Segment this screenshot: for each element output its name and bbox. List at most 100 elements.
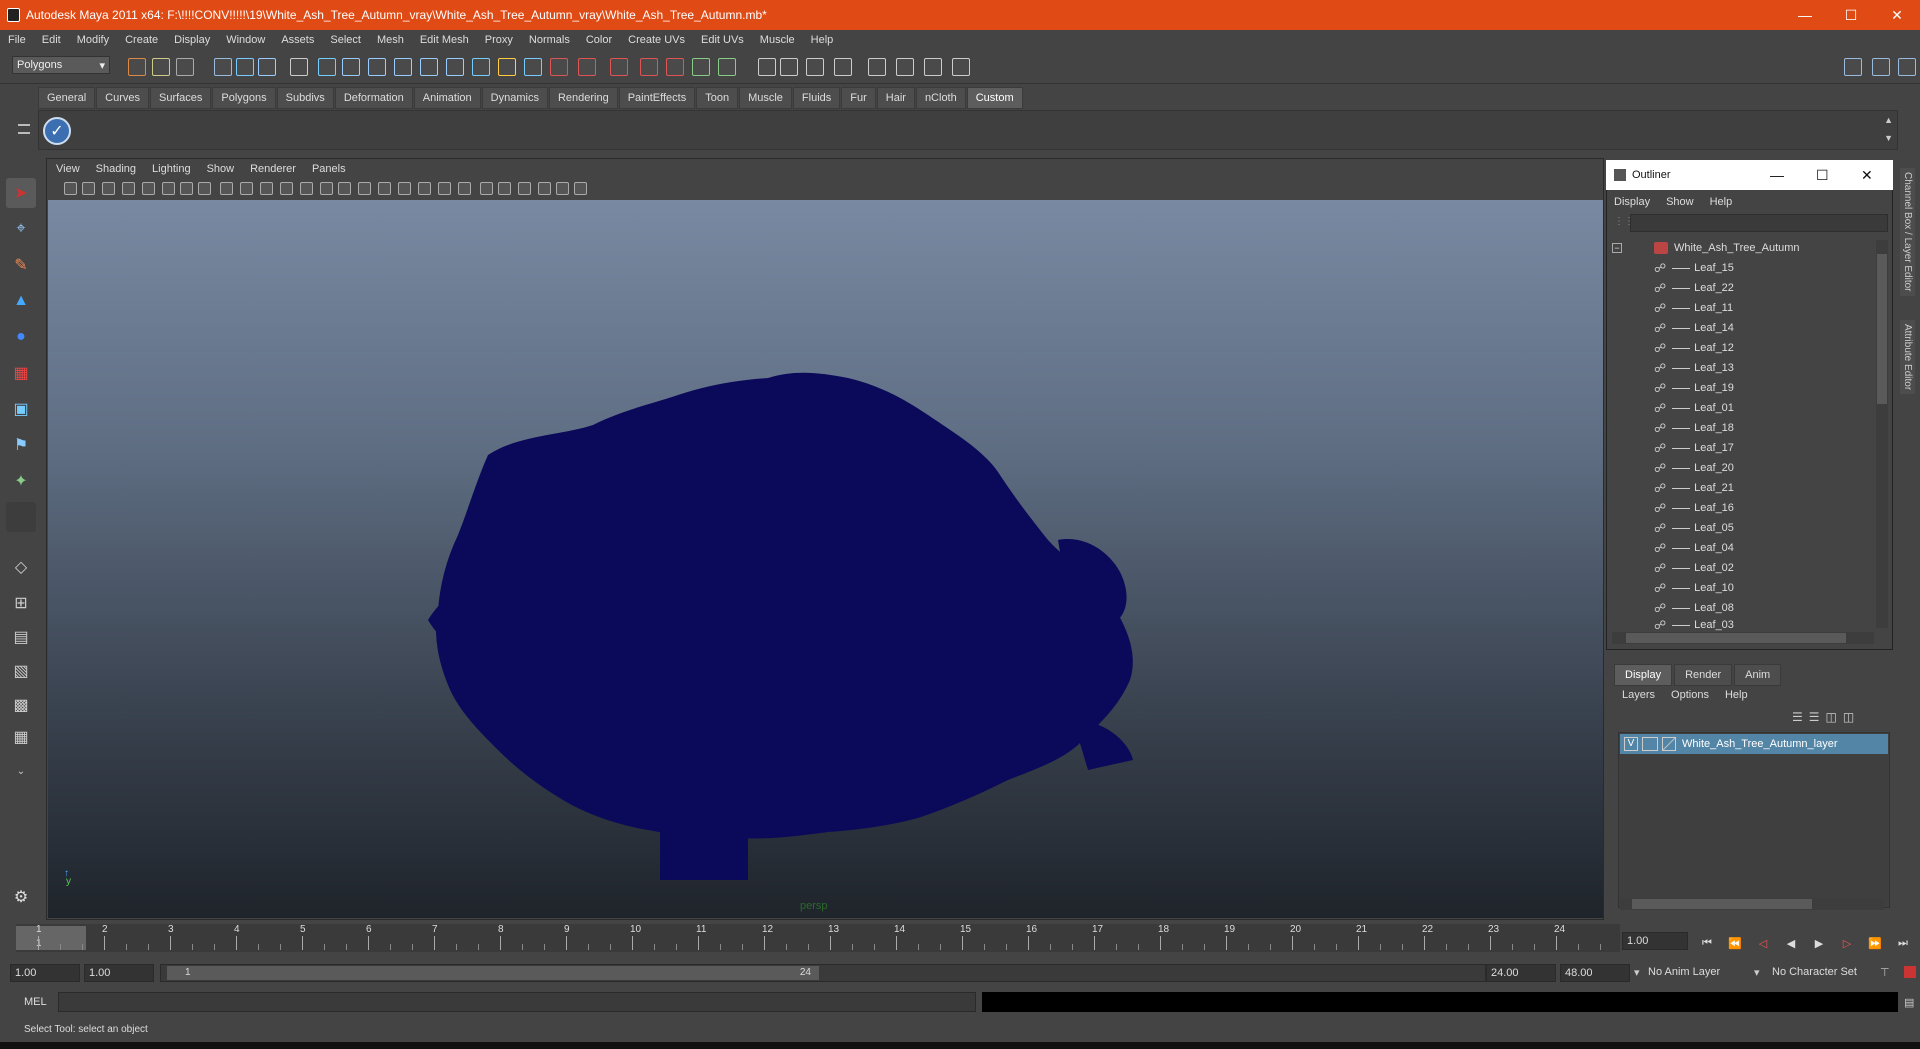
viewport-menu-show[interactable]: Show [199, 163, 243, 175]
outliner-hscrollbar[interactable] [1612, 632, 1874, 644]
viewport-toolbar-icon[interactable] [574, 182, 587, 195]
layer-menu-layers[interactable]: Layers [1614, 689, 1663, 701]
status-line-tool-icon[interactable] [578, 58, 596, 76]
status-line-tool-icon[interactable] [550, 58, 568, 76]
mode-selector[interactable]: Polygons ▾ [12, 56, 110, 74]
character-set-selector[interactable]: No Character Set [1772, 966, 1857, 978]
shelf-tab-surfaces[interactable]: Surfaces [149, 87, 212, 109]
viewport-toolbar-icon[interactable] [378, 182, 391, 195]
graph-editor-layout-icon[interactable]: ▦ [6, 722, 36, 752]
viewport-toolbar-icon[interactable] [418, 182, 431, 195]
persp-outliner-layout-icon[interactable]: ▤ [6, 622, 36, 652]
status-line-tool-icon[interactable] [128, 58, 146, 76]
preferences-icon[interactable] [1904, 966, 1916, 978]
shelf-tab-subdivs[interactable]: Subdivs [276, 87, 334, 109]
viewport-menu-panels[interactable]: Panels [304, 163, 354, 175]
last-tool-icon[interactable] [6, 502, 36, 532]
outliner-vscrollbar[interactable] [1876, 240, 1888, 628]
outliner-item[interactable]: ☍ Leaf_12 [1608, 338, 1873, 358]
single-perspective-layout-icon[interactable]: ◇ [6, 552, 36, 582]
viewport-toolbar-icon[interactable] [64, 182, 77, 195]
viewport-menu-view[interactable]: View [48, 163, 88, 175]
outliner-item[interactable]: ☍ Leaf_10 [1608, 578, 1873, 598]
status-line-tool-icon[interactable] [924, 58, 942, 76]
viewport-menu-shading[interactable]: Shading [88, 163, 144, 175]
check-icon[interactable]: ✓ [43, 117, 71, 145]
viewport-toolbar-icon[interactable] [438, 182, 451, 195]
hotbox-icon[interactable]: ⚙ [6, 882, 36, 912]
status-line-tool-icon[interactable] [952, 58, 970, 76]
shelf-tab-toon[interactable]: Toon [696, 87, 739, 109]
status-line-tool-icon[interactable] [610, 58, 628, 76]
status-line-tool-icon[interactable] [524, 58, 542, 76]
shelf-tab-general[interactable]: General [38, 87, 96, 109]
status-line-tool-icon[interactable] [472, 58, 490, 76]
shelf-tab-custom[interactable]: Custom [966, 87, 1023, 109]
hypershade-layout-icon[interactable]: ▩ [6, 690, 36, 720]
step-forward-frame-icon[interactable]: ▷ [1838, 934, 1856, 952]
status-line-tool-icon[interactable] [420, 58, 438, 76]
menu-item-assets[interactable]: Assets [273, 34, 322, 46]
shelf-scroll-down-icon[interactable]: ▼ [1884, 133, 1893, 143]
status-line-tool-icon[interactable] [446, 58, 464, 76]
paint-select-tool-icon[interactable]: ✎ [6, 250, 36, 280]
status-line-tool-icon[interactable] [758, 58, 776, 76]
viewport-toolbar-icon[interactable] [458, 182, 471, 195]
viewport-menu-renderer[interactable]: Renderer [242, 163, 304, 175]
playback-start-field[interactable]: 1.00 [84, 964, 154, 982]
shelf-tab-animation[interactable]: Animation [413, 87, 481, 109]
menu-item-color[interactable]: Color [578, 34, 620, 46]
viewport-toolbar-icon[interactable] [480, 182, 493, 195]
outliner-item[interactable]: ☍ Leaf_14 [1608, 318, 1873, 338]
viewport-toolbar-icon[interactable] [538, 182, 551, 195]
layer-menu-options[interactable]: Options [1663, 689, 1717, 701]
status-line-tool-icon[interactable] [290, 58, 308, 76]
minimize-icon[interactable]: — [1782, 0, 1828, 30]
shelf-tab-polygons[interactable]: Polygons [212, 87, 276, 109]
outliner-item[interactable]: ☍ Leaf_16 [1608, 498, 1873, 518]
shelf-tab-painteffects[interactable]: PaintEffects [618, 87, 696, 109]
menu-item-muscle[interactable]: Muscle [752, 34, 803, 46]
viewport-toolbar-icon[interactable] [556, 182, 569, 195]
chevron-down-icon[interactable]: ▾ [1754, 966, 1760, 979]
layer-hscrollbar[interactable] [1620, 898, 1884, 910]
current-frame-marker[interactable] [16, 926, 86, 950]
menu-item-modify[interactable]: Modify [69, 34, 117, 46]
viewport-toolbar-icon[interactable] [338, 182, 351, 195]
new-layer-icon[interactable]: ◫ [1826, 710, 1837, 724]
shelf-tab-muscle[interactable]: Muscle [739, 87, 792, 109]
status-line-tool-icon[interactable] [258, 58, 276, 76]
layer-row[interactable]: V White_Ash_Tree_Autumn_layer [1620, 734, 1888, 754]
outliner-item[interactable]: ☍ Leaf_03 [1608, 618, 1873, 632]
move-layer-up-icon[interactable]: ☰ [1792, 710, 1803, 724]
status-line-tool-icon[interactable] [152, 58, 170, 76]
shelf-menu-icon[interactable] [16, 118, 32, 146]
filter-icon[interactable]: ⋮⋮ [1614, 216, 1634, 227]
status-line-tool-icon[interactable] [1898, 58, 1916, 76]
status-line-tool-icon[interactable] [692, 58, 710, 76]
viewport-toolbar-icon[interactable] [180, 182, 193, 195]
outliner-item[interactable]: ☍ Leaf_18 [1608, 418, 1873, 438]
shelf-tab-dynamics[interactable]: Dynamics [481, 87, 548, 109]
scale-tool-icon[interactable]: ▦ [6, 358, 36, 388]
outliner-menu-display[interactable]: Display [1606, 196, 1658, 208]
outliner-filter-input[interactable] [1630, 214, 1888, 232]
range-track[interactable]: 1 24 [160, 964, 1486, 982]
shelf-tab-deformation[interactable]: Deformation [334, 87, 413, 109]
status-line-tool-icon[interactable] [1844, 58, 1862, 76]
viewport-toolbar-icon[interactable] [102, 182, 115, 195]
new-layer-selected-icon[interactable]: ◫ [1843, 710, 1854, 724]
maximize-icon[interactable]: ☐ [1816, 167, 1829, 184]
viewport-toolbar-icon[interactable] [280, 182, 293, 195]
status-line-tool-icon[interactable] [368, 58, 386, 76]
status-line-tool-icon[interactable] [868, 58, 886, 76]
chevron-down-icon[interactable]: ▾ [1634, 966, 1640, 979]
script-editor-icon[interactable]: ▤ [1904, 996, 1914, 1009]
viewport-toolbar-icon[interactable] [320, 182, 333, 195]
anim-layer-selector[interactable]: No Anim Layer [1648, 966, 1720, 978]
go-to-start-icon[interactable]: ⏮ [1698, 934, 1716, 952]
attribute-editor-tab[interactable]: Attribute Editor [1900, 320, 1915, 395]
select-tool-icon[interactable]: ➤ [6, 178, 36, 208]
menu-item-mesh[interactable]: Mesh [369, 34, 412, 46]
layer-tab-render[interactable]: Render [1674, 664, 1733, 686]
